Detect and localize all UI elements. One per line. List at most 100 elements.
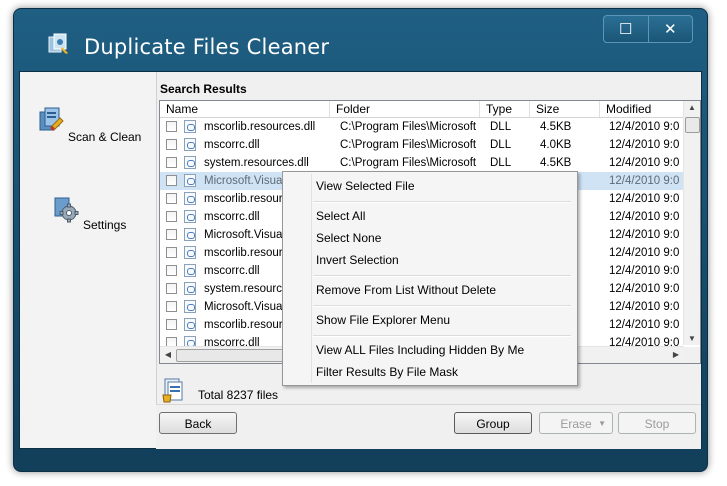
cell-folder: C:\Program Files\Microsoft ... (340, 121, 480, 133)
cell-modified: 12/4/2010 9:0 (609, 175, 680, 187)
dll-file-icon (184, 138, 196, 151)
cell-folder: C:\Program Files\Microsoft ... (340, 157, 480, 169)
context-menu-item[interactable]: Invert Selection (316, 250, 399, 270)
context-menu-item[interactable]: View ALL Files Including Hidden By Me (316, 340, 524, 360)
window-title: Duplicate Files Cleaner (84, 35, 330, 59)
chevron-down-icon: ▼ (598, 419, 606, 428)
cell-name: mscorlib.resources.dll (204, 121, 316, 133)
dll-file-icon (184, 318, 196, 331)
context-menu-item[interactable]: Select All (316, 206, 365, 226)
cell-modified: 12/4/2010 9:0 (609, 247, 680, 259)
row-checkbox[interactable] (166, 193, 177, 204)
dll-file-icon (184, 300, 196, 313)
row-checkbox[interactable] (166, 283, 177, 294)
total-files-label: Total 8237 files (198, 388, 279, 402)
row-checkbox[interactable] (166, 121, 177, 132)
search-results-title: Search Results (160, 82, 247, 96)
menu-separator (313, 275, 571, 277)
dll-file-icon (184, 174, 196, 187)
context-menu-item[interactable]: Show File Explorer Menu (316, 310, 450, 330)
context-menu-item[interactable]: Filter Results By File Mask (316, 362, 458, 382)
row-checkbox[interactable] (166, 265, 177, 276)
table-header: Name Folder Type Size Modified (160, 101, 700, 118)
scroll-left-icon[interactable]: ◀ (160, 350, 176, 359)
sidebar-item-label: Scan & Clean (67, 130, 142, 144)
bottom-toolbar: Back Group Erase ▼ Stop (156, 404, 701, 449)
table-row[interactable]: mscorrc.dll C:\Program Files\Microsoft ..… (160, 136, 685, 154)
cell-modified: 12/4/2010 9:0 (609, 283, 680, 295)
window-controls: ☐ ✕ (603, 15, 693, 43)
sidebar-item-label: Settings (82, 218, 127, 232)
erase-label: Erase (560, 417, 592, 431)
row-checkbox[interactable] (166, 211, 177, 222)
cell-name: mscorrc.dll (204, 139, 260, 151)
scroll-corner (684, 347, 700, 363)
dll-file-icon (184, 192, 196, 205)
cell-type: DLL (490, 157, 512, 169)
table-row[interactable]: mscorlib.resources.dll C:\Program Files\M… (160, 118, 685, 136)
dll-file-icon (184, 156, 196, 169)
menu-icon-gutter (311, 174, 312, 383)
close-icon: ✕ (663, 21, 677, 38)
scroll-up-icon[interactable]: ▲ (684, 103, 700, 112)
column-header-type[interactable]: Type (480, 101, 530, 117)
maximize-button[interactable]: ☐ (604, 16, 648, 42)
cell-modified: 12/4/2010 9:0 (609, 301, 680, 313)
context-menu-item[interactable]: Remove From List Without Delete (316, 280, 496, 300)
menu-separator (313, 201, 571, 203)
table-row[interactable]: system.resources.dll C:\Program Files\Mic… (160, 154, 685, 172)
column-header-size[interactable]: Size (530, 101, 600, 117)
back-button[interactable]: Back (159, 412, 237, 434)
menu-separator (313, 335, 571, 337)
cell-modified: 12/4/2010 9:0 (609, 121, 680, 133)
cell-modified: 12/4/2010 9:0 (609, 193, 680, 205)
sidebar-item-scan-clean[interactable]: Scan & Clean (20, 106, 156, 144)
vertical-scroll-thumb[interactable] (685, 117, 700, 133)
cell-size: 4.5KB (540, 121, 572, 133)
horizontal-scroll-thumb[interactable] (176, 349, 298, 362)
group-button[interactable]: Group (454, 412, 532, 434)
cell-modified: 12/4/2010 9:0 (609, 319, 680, 331)
context-menu-item[interactable]: Select None (316, 228, 381, 248)
dll-file-icon (184, 282, 196, 295)
row-checkbox[interactable] (166, 157, 177, 168)
close-button[interactable]: ✕ (647, 16, 693, 42)
scroll-down-icon[interactable]: ▼ (684, 334, 700, 343)
cell-type: DLL (490, 139, 512, 151)
row-checkbox[interactable] (166, 229, 177, 240)
row-checkbox[interactable] (166, 175, 177, 186)
dll-file-icon (184, 228, 196, 241)
title-bar[interactable]: Duplicate Files Cleaner ☐ ✕ (14, 9, 707, 71)
context-menu-item[interactable]: View Selected File (316, 176, 415, 196)
maximize-icon: ☐ (619, 21, 633, 38)
dll-file-icon (184, 210, 196, 223)
cell-modified: 12/4/2010 9:0 (609, 265, 680, 277)
cell-modified: 12/4/2010 9:0 (609, 157, 680, 169)
dll-file-icon (184, 120, 196, 133)
dll-file-icon (184, 264, 196, 277)
cell-modified: 12/4/2010 9:0 (609, 211, 680, 223)
cell-size: 4.0KB (540, 139, 572, 151)
cell-folder: C:\Program Files\Microsoft ... (340, 139, 480, 151)
cell-size: 4.5KB (540, 157, 572, 169)
row-checkbox[interactable] (166, 247, 177, 258)
app-logo-icon (48, 33, 68, 54)
context-menu: View Selected File Select All Select None I… (282, 171, 578, 386)
settings-gear-icon (54, 197, 79, 223)
column-header-folder[interactable]: Folder (330, 101, 480, 117)
cell-name: system.resources.dll (204, 157, 309, 169)
stop-button[interactable]: Stop (618, 412, 696, 434)
row-checkbox[interactable] (166, 319, 177, 330)
vertical-scrollbar[interactable]: ▲ ▼ (683, 101, 700, 345)
row-checkbox[interactable] (166, 139, 177, 150)
row-checkbox[interactable] (166, 301, 177, 312)
scroll-right-icon[interactable]: ▶ (668, 350, 684, 359)
sidebar: Scan & Clean Settings (20, 72, 157, 448)
erase-button[interactable]: Erase ▼ (539, 412, 613, 434)
scan-clean-icon (39, 107, 64, 131)
menu-separator (313, 305, 571, 307)
sidebar-item-settings[interactable]: Settings (20, 194, 156, 232)
files-stack-icon (162, 378, 183, 403)
column-header-name[interactable]: Name (160, 101, 330, 117)
cell-type: DLL (490, 121, 512, 133)
